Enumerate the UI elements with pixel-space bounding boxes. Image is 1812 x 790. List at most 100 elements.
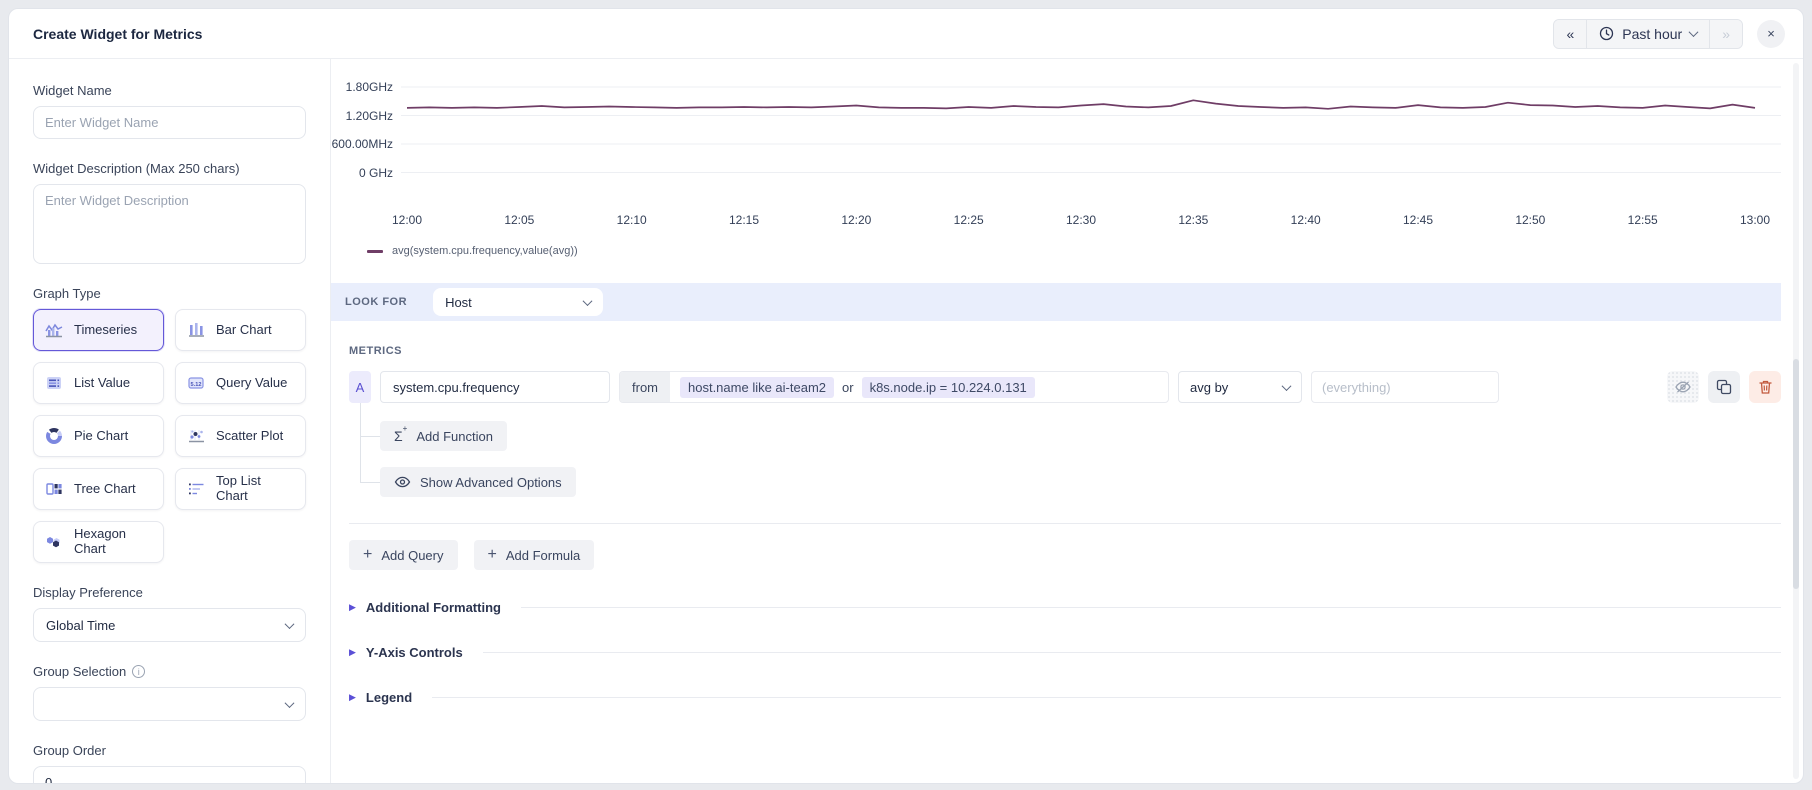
filter-tag[interactable]: k8s.node.ip = 10.224.0.131 (861, 376, 1035, 398)
metric-name-input[interactable] (380, 371, 610, 403)
time-range-label: Past hour (1622, 25, 1683, 42)
section-y-axis-controls[interactable]: ▶ Y-Axis Controls (349, 645, 1781, 660)
graph-type-group: Graph Type Timeseries Bar Chart List Val… (33, 286, 306, 563)
add-query-button[interactable]: + Add Query (349, 540, 458, 570)
display-preference-select[interactable]: Global Time (33, 608, 306, 642)
x-tick-label: 12:55 (1627, 213, 1658, 227)
x-tick-label: 12:25 (953, 213, 984, 227)
eye-off-icon (1675, 381, 1691, 393)
time-prev-button[interactable]: « (1554, 19, 1587, 48)
graph-type-scatter-plot[interactable]: Scatter Plot (175, 415, 306, 457)
query-row-a: A from host.name like ai-team2 or k8s.no… (349, 371, 1781, 403)
dialog-header: Create Widget for Metrics « Past hour » (9, 9, 1803, 59)
query-letter-badge: A (349, 371, 371, 403)
graph-type-option-label: Tree Chart (74, 480, 136, 496)
graph-type-option-label: Bar Chart (216, 321, 272, 337)
chevron-down-icon (1281, 380, 1292, 391)
graph-type-label: Graph Type (33, 286, 101, 301)
config-sidebar: Widget Name Widget Description (Max 250 … (9, 59, 331, 783)
widget-name-label: Widget Name (33, 83, 112, 98)
display-preference-group: Display Preference Global Time (33, 585, 306, 642)
add-function-button[interactable]: Σ+ Add Function (380, 421, 507, 451)
chart-preview: 1.80GHz 1.20GHz 600.00MHz 0 GHz 12:00 12:05 1… (331, 77, 1781, 257)
graph-type-grid: Timeseries Bar Chart List Value 5.12 Que… (33, 309, 306, 563)
chevron-down-icon (582, 295, 593, 306)
chevron-down-icon (284, 697, 295, 708)
look-for-label: LOOK FOR (345, 296, 408, 308)
show-advanced-options-button[interactable]: Show Advanced Options (380, 467, 576, 497)
header-controls: « Past hour » × (1553, 18, 1785, 49)
look-for-value: Host (445, 294, 472, 310)
graph-type-hexagon-chart[interactable]: Hexagon Chart (33, 521, 164, 563)
timeseries-plot[interactable] (401, 77, 1781, 207)
x-tick-label: 12:15 (728, 213, 760, 227)
aggregation-select[interactable]: avg by (1178, 371, 1302, 403)
graph-type-option-label: Pie Chart (74, 427, 129, 443)
x-tick-label: 12:45 (1402, 213, 1434, 227)
trash-icon (1758, 380, 1772, 394)
graph-type-timeseries[interactable]: Timeseries (33, 309, 164, 351)
list-value-icon (47, 377, 61, 389)
graph-type-list-value[interactable]: List Value (33, 362, 164, 404)
group-selection-label-text: Group Selection (33, 664, 127, 679)
metric-filter-input[interactable]: from host.name like ai-team2 or k8s.node… (619, 371, 1169, 403)
collapse-arrow-icon: ▶ (349, 692, 356, 702)
graph-type-query-value[interactable]: 5.12 Query Value (175, 362, 306, 404)
chart-legend[interactable]: avg(system.cpu.frequency,value(avg)) (367, 245, 1781, 257)
section-additional-formatting[interactable]: ▶ Additional Formatting (349, 600, 1781, 615)
section-legend[interactable]: ▶ Legend (349, 690, 1781, 705)
chevron-down-icon (1688, 27, 1699, 38)
group-selection-select[interactable] (33, 687, 306, 721)
widget-description-input[interactable] (33, 184, 306, 264)
scrollbar-thumb[interactable] (1793, 359, 1799, 589)
widget-name-input[interactable] (33, 106, 306, 139)
plus-icon: + (487, 546, 497, 563)
widget-builder-main: 1.80GHz 1.20GHz 600.00MHz 0 GHz 12:00 12:05 1… (331, 59, 1803, 783)
graph-type-option-label: Hexagon Chart (74, 526, 127, 556)
filter-tags: host.name like ai-team2 or k8s.node.ip =… (670, 372, 1045, 402)
scatter-plot-icon (189, 430, 204, 443)
look-for-select[interactable]: Host (433, 288, 604, 316)
query-footer-divider (349, 523, 1781, 524)
filter-operator: or (842, 379, 854, 395)
timeseries-icon (45, 323, 63, 338)
graph-type-option-label: Scatter Plot (216, 427, 284, 443)
create-widget-dialog: Create Widget for Metrics « Past hour » (8, 8, 1804, 784)
eye-icon (394, 476, 411, 488)
bar-chart-icon (189, 323, 204, 337)
graph-type-option-label: Top List Chart (216, 473, 261, 503)
legend-series-swatch (367, 249, 383, 253)
add-formula-button[interactable]: + Add Formula (473, 540, 595, 570)
group-order-input[interactable] (33, 766, 306, 783)
show-advanced-options-label: Show Advanced Options (420, 474, 562, 490)
x-tick-label: 13:00 (1739, 213, 1771, 227)
info-icon: i (132, 665, 146, 678)
look-for-row: LOOK FOR Host (331, 283, 1781, 321)
y-tick-label: 600.00MHz (331, 137, 393, 151)
close-icon: × (1767, 26, 1775, 41)
filter-tag[interactable]: host.name like ai-team2 (680, 376, 835, 398)
delete-query-button[interactable] (1749, 371, 1781, 403)
y-tick-label: 0 GHz (358, 165, 393, 180)
widget-description-group: Widget Description (Max 250 chars) (33, 161, 306, 264)
hide-query-button[interactable] (1667, 371, 1699, 403)
section-title: Additional Formatting (365, 600, 501, 615)
time-range-control: « Past hour » (1553, 18, 1743, 49)
add-query-label: Add Query (381, 547, 444, 563)
graph-type-pie-chart[interactable]: Pie Chart (33, 415, 164, 457)
time-range-dropdown[interactable]: Past hour (1586, 19, 1710, 48)
x-tick-label: 12:35 (1178, 213, 1209, 227)
plus-icon: + (363, 546, 373, 563)
time-next-button[interactable]: » (1709, 19, 1742, 48)
close-button[interactable]: × (1757, 19, 1785, 48)
graph-type-tree-chart[interactable]: Tree Chart (33, 468, 164, 510)
svg-text:5.12: 5.12 (191, 382, 202, 388)
query-actions (1667, 371, 1781, 403)
add-function-label: Add Function (416, 428, 493, 444)
section-title: Y-Axis Controls (365, 645, 463, 660)
graph-type-bar-chart[interactable]: Bar Chart (175, 309, 306, 351)
duplicate-query-button[interactable] (1708, 371, 1740, 403)
chart-y-axis: 1.80GHz 1.20GHz 600.00MHz 0 GHz (331, 77, 401, 207)
graph-type-top-list-chart[interactable]: Top List Chart (175, 468, 306, 510)
group-by-input[interactable] (1311, 371, 1499, 403)
